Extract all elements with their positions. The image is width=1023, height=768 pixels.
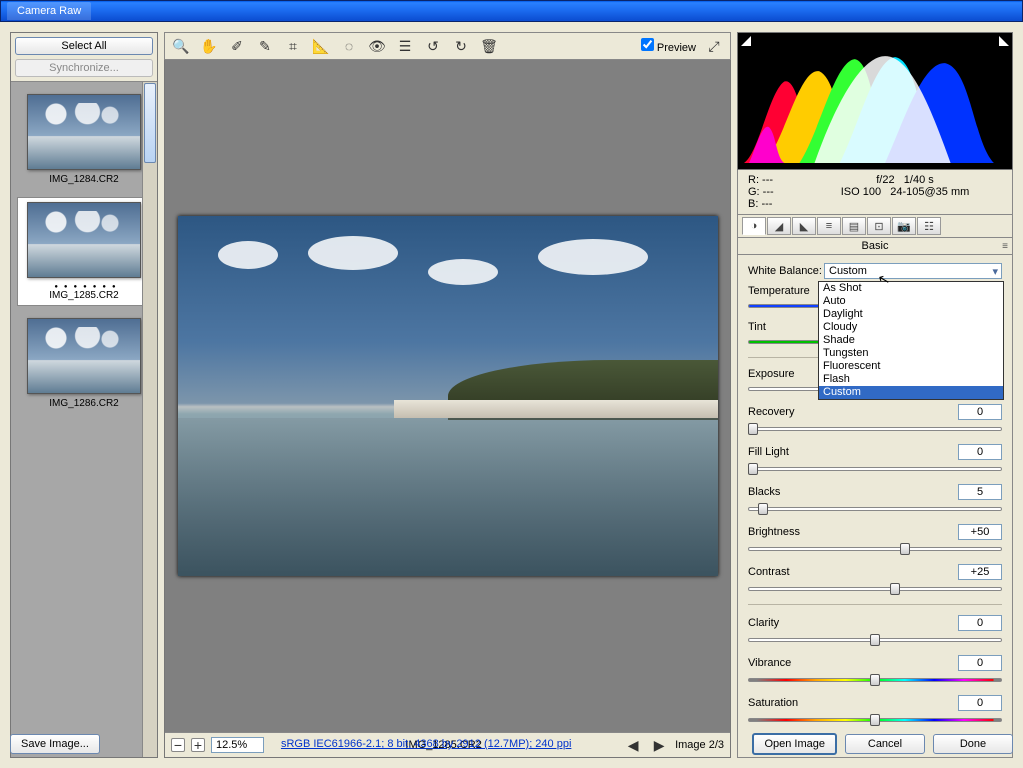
wb-option[interactable]: Fluorescent	[819, 360, 1003, 373]
blacks-value[interactable]: 5	[958, 484, 1002, 500]
vibrance-label: Vibrance	[748, 657, 824, 669]
wb-option[interactable]: As Shot	[819, 282, 1003, 295]
wb-option[interactable]: Custom	[819, 386, 1003, 399]
shadow-clip-icon[interactable]	[741, 36, 751, 46]
blacks-label: Blacks	[748, 486, 824, 498]
done-button[interactable]: Done	[933, 734, 1013, 754]
temperature-label: Temperature	[748, 285, 824, 297]
wb-option[interactable]: Shade	[819, 334, 1003, 347]
histogram	[737, 32, 1013, 170]
vibrance-slider[interactable]	[748, 673, 1002, 687]
brightness-slider[interactable]	[748, 542, 1002, 556]
contrast-label: Contrast	[748, 566, 824, 578]
panel-title: Basic ≡	[737, 238, 1013, 255]
saturation-value[interactable]: 0	[958, 695, 1002, 711]
white-balance-dropdown[interactable]: As Shot Auto Daylight Cloudy Shade Tungs…	[818, 281, 1004, 400]
cancel-button[interactable]: Cancel	[845, 734, 925, 754]
select-all-button[interactable]: Select All	[15, 37, 153, 55]
straighten-tool-icon[interactable]: 📐	[311, 36, 331, 56]
preview-checkbox[interactable]: Preview	[641, 38, 696, 54]
eyedropper-color-icon[interactable]: ✎	[255, 36, 275, 56]
white-balance-select[interactable]: Custom	[824, 263, 1002, 279]
redeye-tool-icon[interactable]: 👁	[367, 36, 387, 56]
save-image-button[interactable]: Save Image...	[10, 734, 100, 754]
tab-curve[interactable]: ◢	[767, 217, 791, 235]
wb-option[interactable]: Tungsten	[819, 347, 1003, 360]
eyedropper-white-icon[interactable]: ✐	[227, 36, 247, 56]
synchronize-button: Synchronize...	[15, 59, 153, 77]
clarity-slider[interactable]	[748, 633, 1002, 647]
vibrance-value[interactable]: 0	[958, 655, 1002, 671]
highlight-clip-icon[interactable]	[999, 36, 1009, 46]
open-image-button[interactable]: Open Image	[752, 733, 837, 755]
prefs-icon[interactable]: ☰	[395, 36, 415, 56]
retouch-tool-icon[interactable]: ◌	[339, 36, 359, 56]
recovery-label: Recovery	[748, 406, 824, 418]
panel-tabs: ◑ ◢ ◣ ≡ ▤ ⊡ 📷 ☷	[737, 215, 1013, 238]
brightness-label: Brightness	[748, 526, 824, 538]
filmstrip-item[interactable]: IMG_1284.CR2	[17, 94, 151, 185]
tab-hsl[interactable]: ≡	[817, 217, 841, 235]
toolbar: 🔍 ✋ ✐ ✎ ⌗ 📐 ◌ 👁 ☰ ↺ ↻ 🗑 Preview ⤢	[164, 32, 731, 60]
tint-label: Tint	[748, 321, 824, 333]
fill-light-slider[interactable]	[748, 462, 1002, 476]
window-title: Camera Raw	[7, 2, 91, 20]
preview-canvas[interactable]	[165, 60, 730, 732]
rotate-ccw-icon[interactable]: ↺	[423, 36, 443, 56]
crop-tool-icon[interactable]: ⌗	[283, 36, 303, 56]
white-balance-label: White Balance:	[748, 265, 824, 277]
panel-menu-icon[interactable]: ≡	[1002, 241, 1008, 252]
workflow-options-link[interactable]: sRGB IEC61966-2.1; 8 bit; 4368 by 2912 (…	[108, 738, 745, 750]
hand-tool-icon[interactable]: ✋	[199, 36, 219, 56]
tab-camera[interactable]: 📷	[892, 217, 916, 235]
trash-icon[interactable]: 🗑	[479, 36, 499, 56]
filmstrip-scrollbar[interactable]	[142, 82, 157, 757]
tab-lens[interactable]: ⊡	[867, 217, 891, 235]
filmstrip-label: IMG_1284.CR2	[17, 174, 151, 185]
saturation-slider[interactable]	[748, 713, 1002, 727]
fill-light-label: Fill Light	[748, 446, 824, 458]
tab-split[interactable]: ▤	[842, 217, 866, 235]
clarity-value[interactable]: 0	[958, 615, 1002, 631]
saturation-label: Saturation	[748, 697, 824, 709]
filmstrip: Select All Synchronize... IMG_1284.CR2 ●…	[10, 32, 158, 758]
rotate-cw-icon[interactable]: ↻	[451, 36, 471, 56]
wb-option[interactable]: Flash	[819, 373, 1003, 386]
tab-presets[interactable]: ☷	[917, 217, 941, 235]
recovery-slider[interactable]	[748, 422, 1002, 436]
recovery-value[interactable]: 0	[958, 404, 1002, 420]
metadata-readout: R: ---G: ---B: --- f/22 1/40 s ISO 100 2…	[737, 170, 1013, 215]
filmstrip-label: IMG_1286.CR2	[17, 398, 151, 409]
contrast-value[interactable]: +25	[958, 564, 1002, 580]
fullscreen-icon[interactable]: ⤢	[704, 36, 724, 56]
titlebar: Camera Raw	[0, 0, 1023, 22]
blacks-slider[interactable]	[748, 502, 1002, 516]
clarity-label: Clarity	[748, 617, 824, 629]
wb-option[interactable]: Daylight	[819, 308, 1003, 321]
brightness-value[interactable]: +50	[958, 524, 1002, 540]
fill-light-value[interactable]: 0	[958, 444, 1002, 460]
tab-basic[interactable]: ◑	[742, 217, 766, 235]
filmstrip-item[interactable]: IMG_1286.CR2	[17, 318, 151, 409]
wb-option[interactable]: Cloudy	[819, 321, 1003, 334]
contrast-slider[interactable]	[748, 582, 1002, 596]
wb-option[interactable]: Auto	[819, 295, 1003, 308]
exposure-label: Exposure	[748, 368, 824, 380]
photo-preview	[178, 216, 718, 576]
zoom-tool-icon[interactable]: 🔍	[171, 36, 191, 56]
tab-detail[interactable]: ◣	[792, 217, 816, 235]
filmstrip-item[interactable]: ●●●●●●● IMG_1285.CR2	[17, 197, 151, 306]
filmstrip-label: IMG_1285.CR2	[18, 290, 150, 301]
